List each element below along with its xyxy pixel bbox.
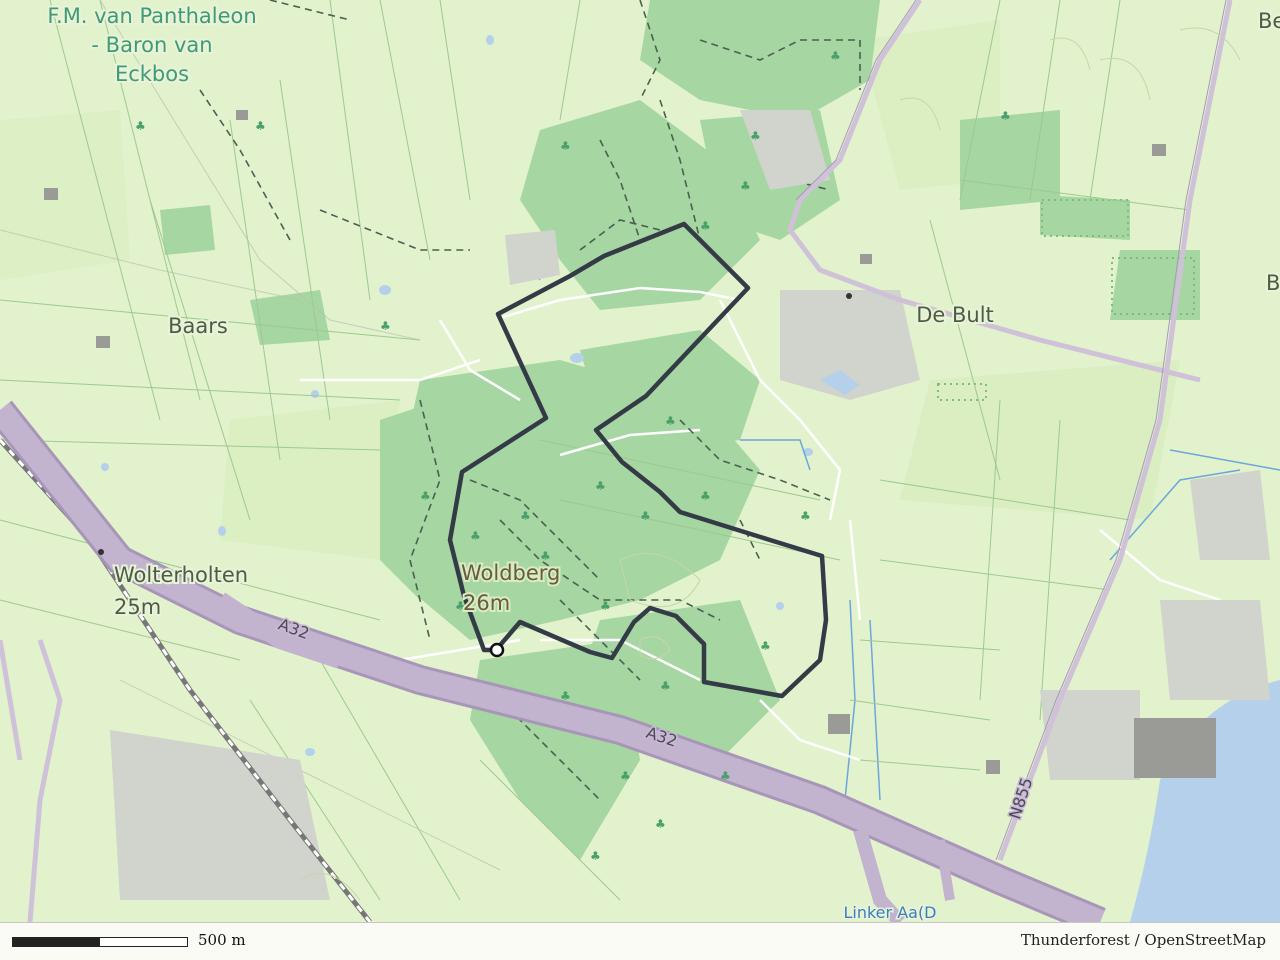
svg-text:♣: ♣: [750, 129, 761, 143]
place-dot-wolterholten: [98, 549, 104, 555]
place-label-baars: Baars: [168, 314, 228, 338]
park-label-line1: F.M. van Panthaleon: [47, 4, 256, 28]
svg-text:♣: ♣: [560, 689, 571, 703]
svg-text:♣: ♣: [830, 49, 841, 63]
svg-text:♣: ♣: [620, 769, 631, 783]
svg-text:♣: ♣: [470, 529, 481, 543]
map-viewport[interactable]: ♣ ♣ ♣ ♣ ♣ ♣ ♣ ♣ ♣ ♣ ♣ ♣ ♣ ♣ ♣ ♣ ♣ ♣ ♣ ♣ ♣ ♣ ♣ ♣ ♣ ♣ ♣ F.M.…: [0, 0, 1280, 960]
place-label-wolterholten: Wolterholten: [114, 563, 248, 587]
svg-text:♣: ♣: [800, 509, 811, 523]
svg-text:♣: ♣: [255, 119, 266, 133]
peak-label-woldberg: Woldberg: [461, 561, 560, 585]
svg-text:♣: ♣: [720, 769, 731, 783]
svg-text:♣: ♣: [560, 139, 571, 153]
svg-text:♣: ♣: [700, 489, 711, 503]
place-label-edge-top: Be: [1258, 9, 1280, 33]
place-dot-de-bult: [846, 293, 852, 299]
water-label-river: Linker Aa(D: [843, 903, 936, 922]
svg-text:♣: ♣: [655, 817, 666, 831]
elevation-label-woldberg: 26m: [463, 591, 510, 615]
map-canvas[interactable]: ♣♣♣ ♣♣♣ ♣♣♣ ♣♣♣ ♣♣♣ ♣♣ ♣ ♣♣♣ ♣♣♣ ♣♣♣ F.M.…: [0, 0, 1280, 922]
scale-bar-fill: [13, 938, 100, 946]
svg-text:♣: ♣: [420, 489, 431, 503]
svg-text:♣: ♣: [1000, 109, 1011, 123]
park-label-line2: - Baron van: [91, 33, 212, 57]
scale-bar: [12, 937, 188, 947]
place-label-de-bult: De Bult: [916, 303, 994, 327]
route-start-marker[interactable]: [489, 642, 505, 658]
map-attribution-link[interactable]: Thunderforest / OpenStreetMap: [1021, 931, 1266, 949]
place-label-edge-mid: B: [1266, 271, 1280, 295]
svg-text:♣: ♣: [640, 509, 651, 523]
svg-text:♣: ♣: [760, 639, 771, 653]
svg-text:♣: ♣: [520, 509, 531, 523]
svg-text:♣: ♣: [590, 849, 601, 863]
scale-label: 500 m: [198, 931, 246, 949]
svg-text:♣: ♣: [665, 414, 676, 428]
elevation-label-wolterholten: 25m: [114, 595, 161, 619]
park-label-line3: Eckbos: [115, 62, 189, 86]
svg-text:♣: ♣: [660, 679, 671, 693]
svg-text:♣: ♣: [600, 599, 611, 613]
svg-text:♣: ♣: [135, 119, 146, 133]
svg-text:♣: ♣: [740, 179, 751, 193]
svg-text:♣: ♣: [595, 479, 606, 493]
svg-text:♣: ♣: [380, 319, 391, 333]
svg-text:♣: ♣: [700, 219, 711, 233]
